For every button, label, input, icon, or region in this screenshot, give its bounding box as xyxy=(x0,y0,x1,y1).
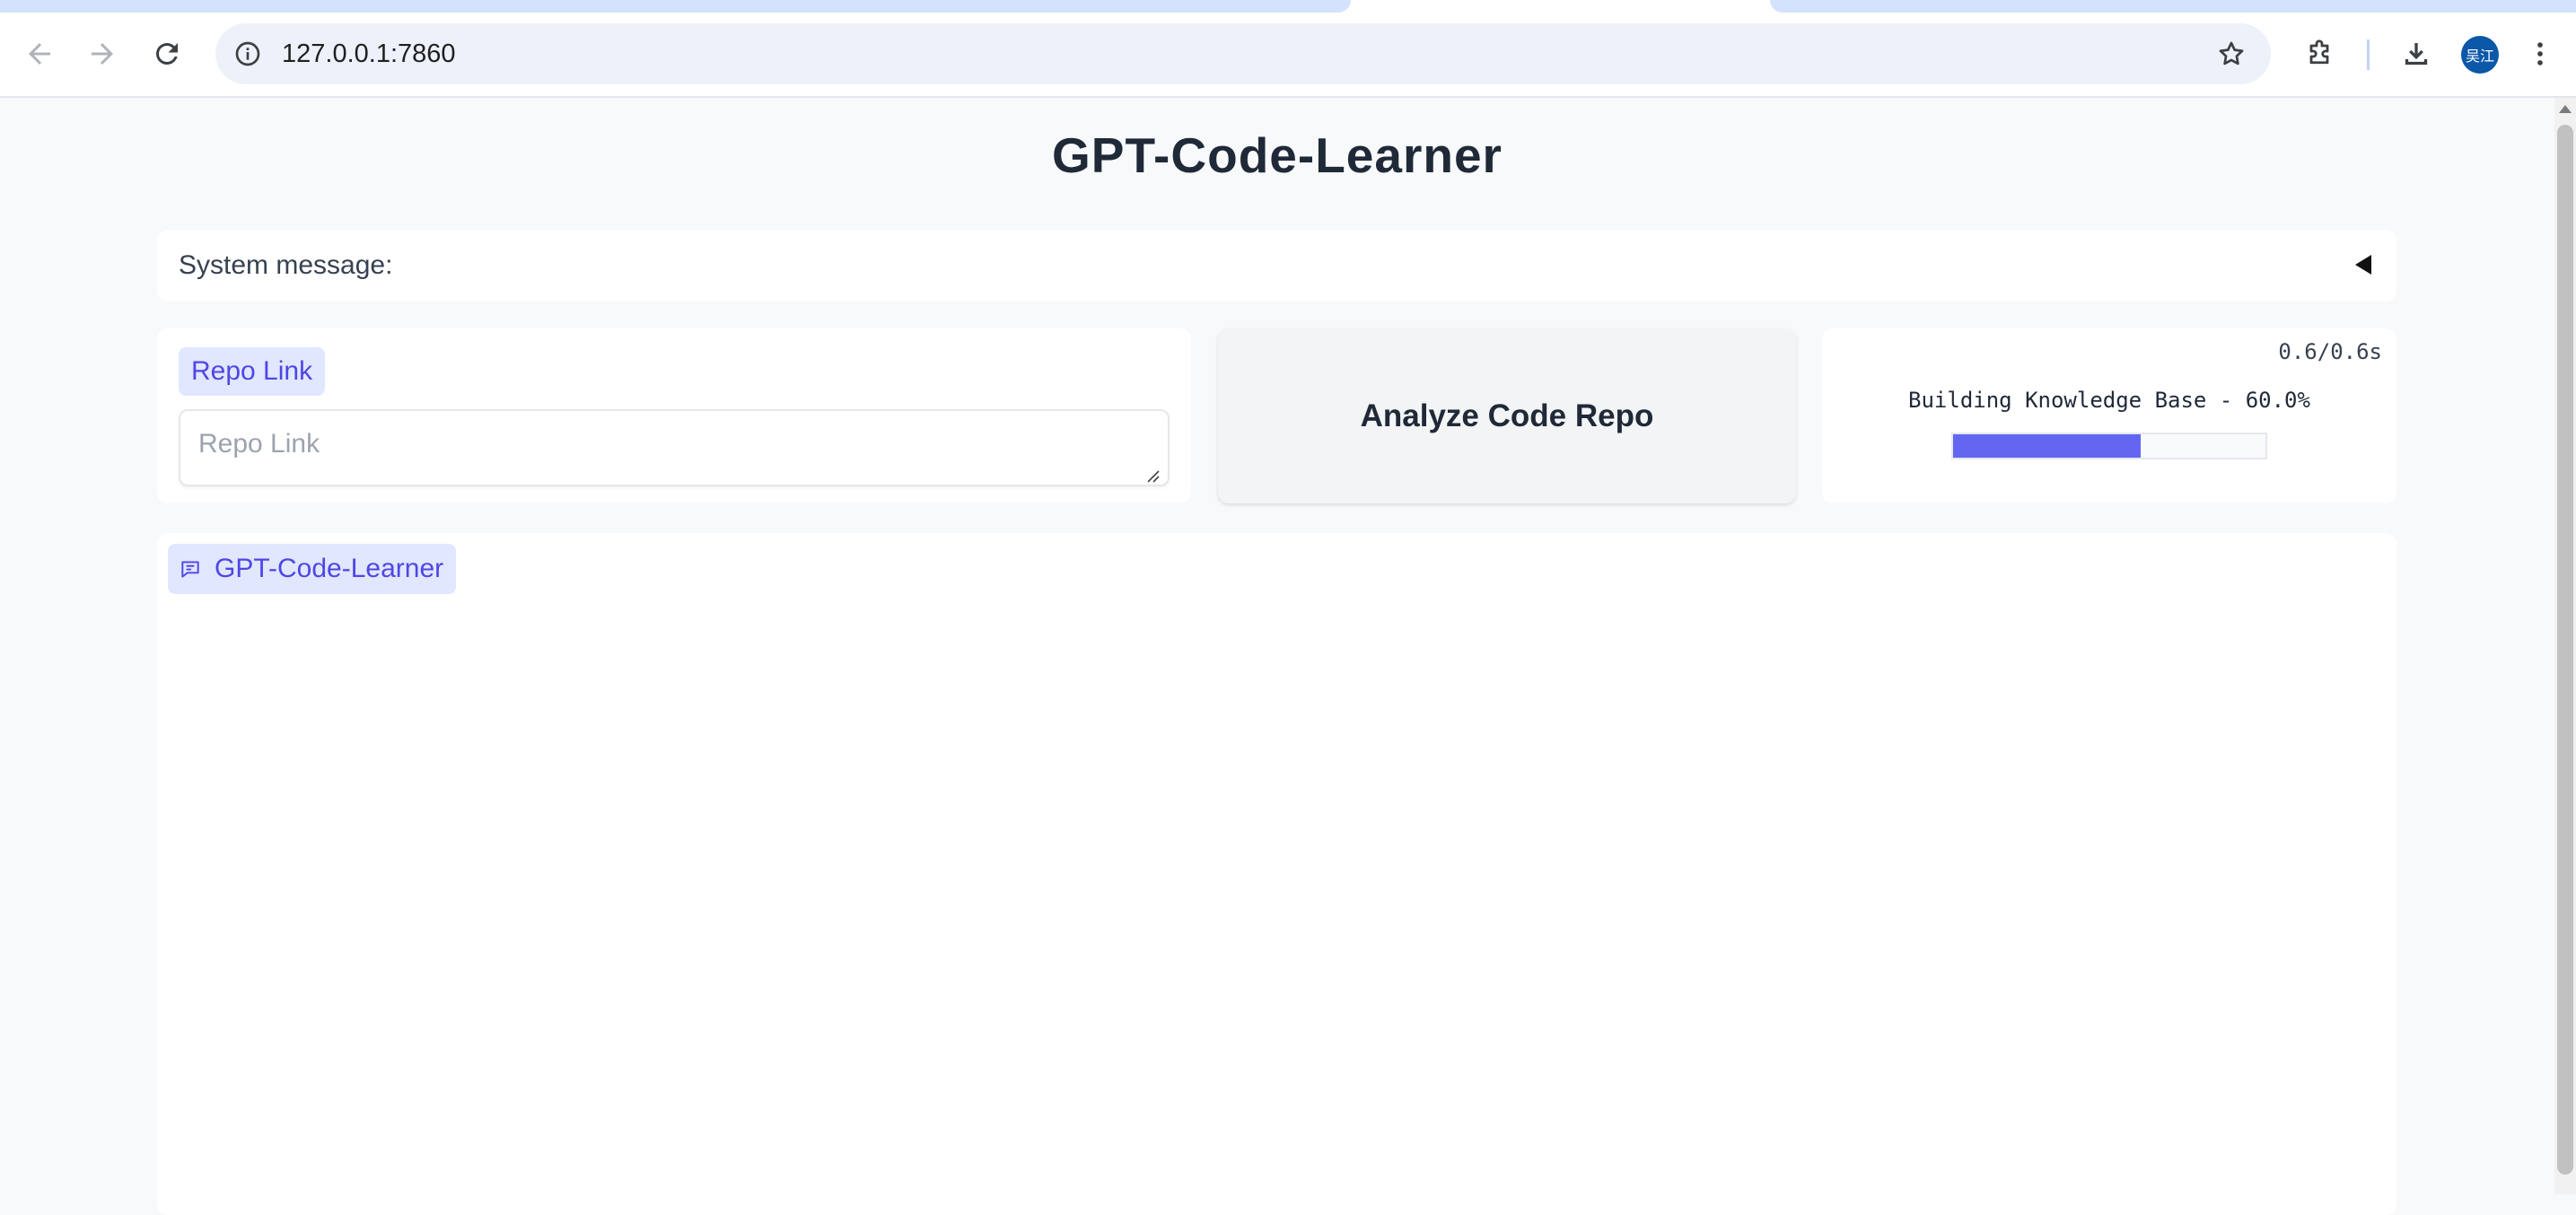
download-icon[interactable] xyxy=(2393,31,2440,77)
progress-elapsed-time: 0.6/0.6s xyxy=(2278,339,2382,364)
chatbot-label: GPT-Code-Learner xyxy=(215,554,444,583)
page-scrollbar[interactable] xyxy=(2554,98,2576,1194)
analyze-code-repo-button[interactable]: Analyze Code Repo xyxy=(1218,328,1796,503)
star-icon[interactable] xyxy=(2212,34,2251,74)
browser-tab-next[interactable] xyxy=(1770,0,2576,13)
reload-button[interactable] xyxy=(144,31,190,77)
browser-toolbar: 127.0.0.1:7860 吴江 xyxy=(0,13,2576,98)
progress-panel: 0.6/0.6s Building Knowledge Base - 60.0% xyxy=(1822,328,2396,503)
scrollbar-thumb[interactable] xyxy=(2557,125,2573,1175)
forward-button[interactable] xyxy=(79,31,126,77)
repo-link-input[interactable] xyxy=(179,409,1170,486)
system-message-label: System message: xyxy=(179,250,393,280)
reload-icon xyxy=(156,43,178,65)
back-button[interactable] xyxy=(16,31,63,77)
scroll-up-arrow-icon[interactable] xyxy=(2559,105,2572,113)
progress-bar xyxy=(1951,433,2267,459)
repo-link-label: Repo Link xyxy=(179,347,326,396)
info-icon[interactable] xyxy=(228,34,267,74)
chat-icon xyxy=(179,557,202,581)
url-text[interactable]: 127.0.0.1:7860 xyxy=(282,23,456,84)
arrow-left-icon xyxy=(29,43,50,65)
profile-avatar[interactable]: 吴江 xyxy=(2461,36,2499,74)
chatbot-label-tag: GPT-Code-Learner xyxy=(168,544,457,594)
progress-status-text: Building Knowledge Base - 60.0% xyxy=(1908,388,2310,413)
page-viewport: GPT-Code-Learner System message: Repo Li… xyxy=(0,98,2554,1215)
toolbar-divider xyxy=(2367,39,2370,70)
tab-strip xyxy=(0,0,2576,13)
repo-link-panel: Repo Link xyxy=(157,328,1191,503)
progress-bar-fill xyxy=(1953,434,2141,458)
browser-tab-previous[interactable] xyxy=(0,0,1351,13)
chatbot-panel: GPT-Code-Learner xyxy=(157,533,2396,1215)
page-title: GPT-Code-Learner xyxy=(1052,127,1503,183)
kebab-menu-icon[interactable] xyxy=(2522,31,2558,77)
puzzle-icon[interactable] xyxy=(2296,31,2343,77)
address-bar[interactable]: 127.0.0.1:7860 xyxy=(215,23,2271,84)
arrow-right-icon xyxy=(92,43,113,65)
collapse-triangle-icon[interactable] xyxy=(2355,255,2371,275)
system-message-accordion[interactable]: System message: xyxy=(157,230,2396,302)
